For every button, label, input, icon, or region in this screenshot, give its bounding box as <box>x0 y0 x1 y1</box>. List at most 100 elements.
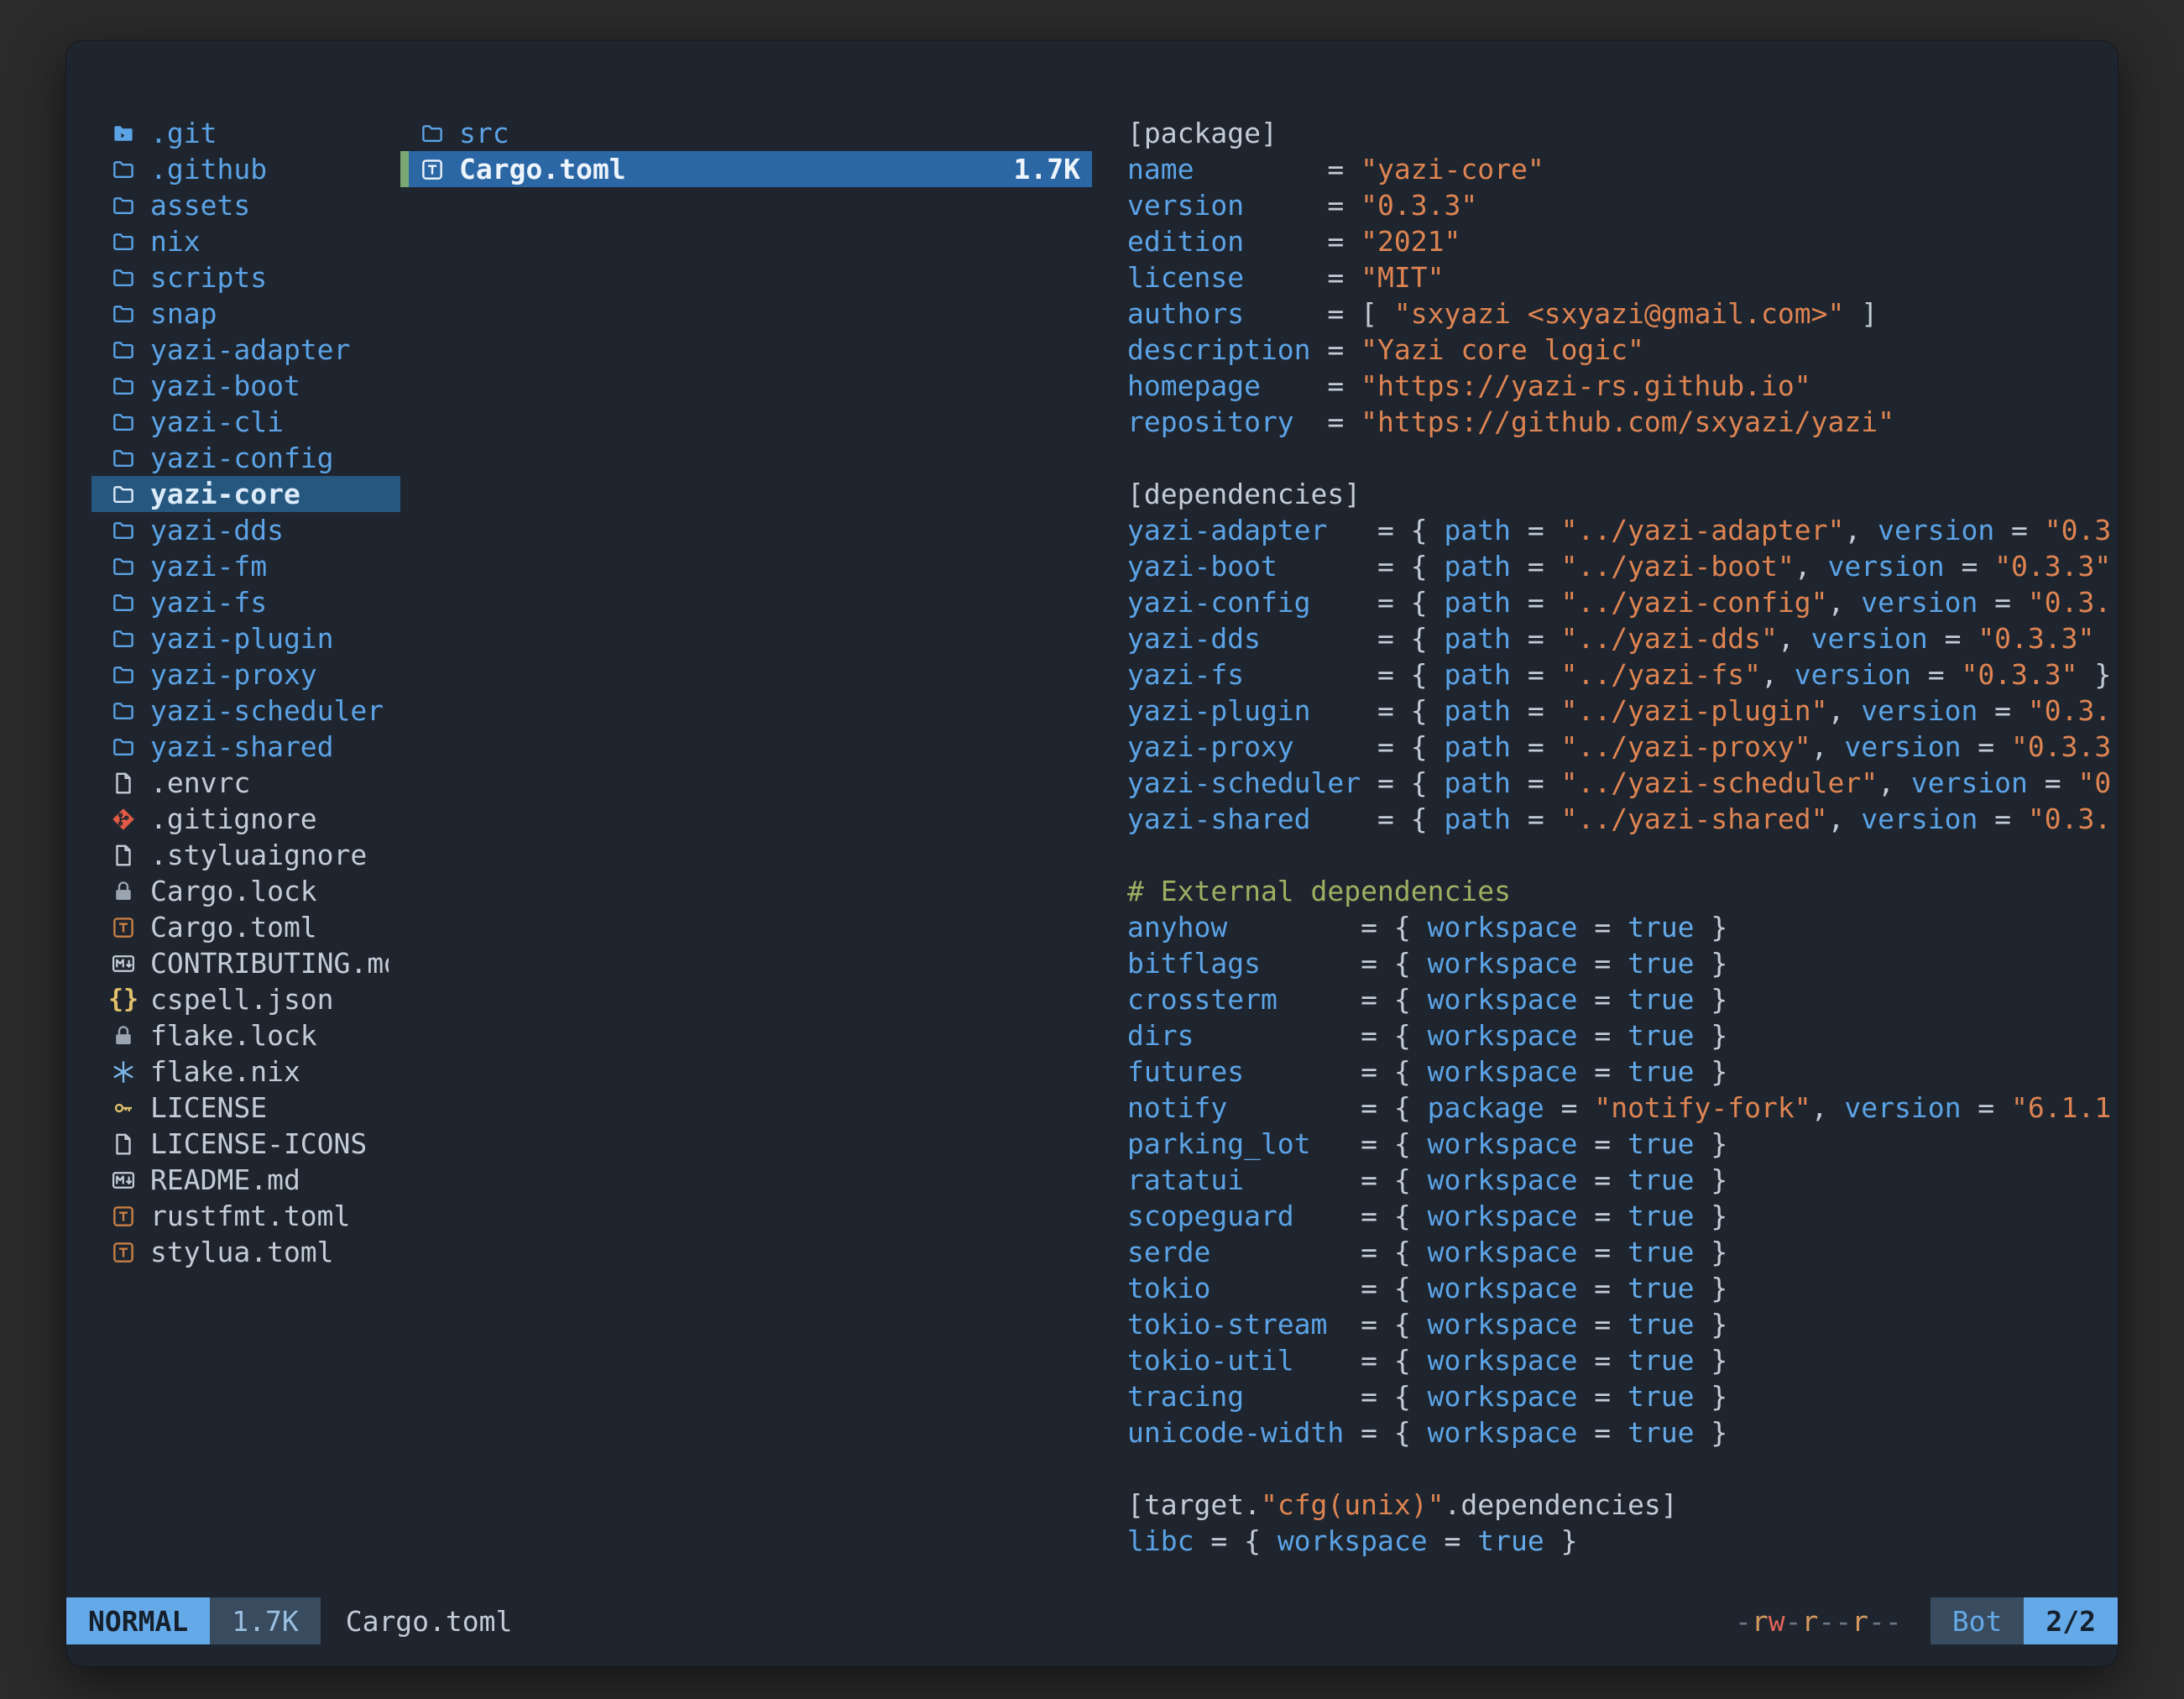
file-name: yazi-config <box>150 440 334 476</box>
code-token: "../yazi-plugin" <box>1561 694 1828 727</box>
code-line: description = "Yazi core logic" <box>1127 332 2116 368</box>
code-token: version <box>1844 730 1961 763</box>
file-row-yazi-plugin[interactable]: yazi-plugin <box>91 620 400 656</box>
file-row-yazi-fm[interactable]: yazi-fm <box>91 548 400 584</box>
code-line: authors = [ "sxyazi <sxyazi@gmail.com>" … <box>1127 295 2116 332</box>
file-row-license[interactable]: LICENSE <box>91 1090 400 1126</box>
code-token: = <box>1577 1380 1628 1413</box>
file-row-git[interactable]: .git <box>91 115 400 151</box>
file-row-github[interactable]: .github <box>91 151 400 187</box>
file-row-styluaignore[interactable]: .styluaignore <box>91 837 400 873</box>
code-token: description <box>1127 333 1311 366</box>
file-name: flake.nix <box>150 1053 300 1090</box>
code-token: = <box>1244 189 1361 222</box>
folder-icon <box>108 697 138 725</box>
code-line: [target."cfg(unix)".dependencies] <box>1127 1487 2116 1523</box>
parent-panel: .git.githubassetsnixscriptssnapyazi-adap… <box>91 115 400 1597</box>
file-row-readme-md[interactable]: README.md <box>91 1162 400 1198</box>
file-row-flake-lock[interactable]: flake.lock <box>91 1017 400 1053</box>
code-token: yazi-fs <box>1127 658 1244 691</box>
file-row-cargo-lock[interactable]: Cargo.lock <box>91 873 400 909</box>
permission-char: r <box>1802 1605 1819 1638</box>
code-token: = { <box>1261 947 1428 980</box>
file-name: Cargo.toml <box>150 909 317 945</box>
code-token: = { <box>1194 1524 1277 1557</box>
yazi-window: .git.githubassetsnixscriptssnapyazi-adap… <box>65 40 2119 1667</box>
code-token: = <box>1945 550 1995 583</box>
code-token: , <box>1811 1091 1845 1124</box>
file-row-gitignore[interactable]: .gitignore <box>91 801 400 837</box>
hover-marker <box>400 151 409 187</box>
file-row-yazi-boot[interactable]: yazi-boot <box>91 368 400 404</box>
code-token: = <box>1577 1272 1628 1304</box>
file-row-rustfmt-toml[interactable]: rustfmt.toml <box>91 1198 400 1234</box>
code-token: tokio <box>1127 1272 1210 1304</box>
code-token: "yazi-core" <box>1361 153 1544 186</box>
code-token: parking_lot <box>1127 1127 1311 1160</box>
folder-icon <box>108 372 138 400</box>
code-token: = { <box>1294 1200 1428 1232</box>
file-row-envrc[interactable]: .envrc <box>91 765 400 801</box>
file-row-assets[interactable]: assets <box>91 187 400 223</box>
nix-icon <box>108 1058 138 1086</box>
code-token: "notify-fork" <box>1594 1091 1810 1124</box>
file-name: rustfmt.toml <box>150 1198 350 1234</box>
code-token: "0.3. <box>2028 802 2111 835</box>
code-token: "../yazi-adapter" <box>1561 514 1845 546</box>
code-token: workspace <box>1428 947 1578 980</box>
code-token: true <box>1628 983 1694 1016</box>
file-row-yazi-fs[interactable]: yazi-fs <box>91 584 400 620</box>
file-row-yazi-proxy[interactable]: yazi-proxy <box>91 656 400 693</box>
code-token: = <box>1577 1236 1628 1268</box>
file-name: .github <box>150 151 267 187</box>
file-row-yazi-shared[interactable]: yazi-shared <box>91 729 400 765</box>
code-token: yazi-dds <box>1127 622 1261 655</box>
code-token: = <box>1261 369 1361 402</box>
folder-icon <box>108 516 138 545</box>
code-token: = <box>1577 911 1628 944</box>
file-row-scripts[interactable]: scripts <box>91 259 400 295</box>
code-token: = <box>1544 1091 1595 1124</box>
file-row-stylua-toml[interactable]: stylua.toml <box>91 1234 400 1270</box>
file-row-yazi-config[interactable]: yazi-config <box>91 440 400 476</box>
file-row-cargo-toml[interactable]: Cargo.toml1.7K <box>400 151 1092 187</box>
code-token: yazi-shared <box>1127 802 1311 835</box>
current-list: srcCargo.toml1.7K <box>400 115 1092 187</box>
code-token: workspace <box>1428 1127 1578 1160</box>
code-token: = <box>1577 983 1628 1016</box>
file-row-snap[interactable]: snap <box>91 295 400 332</box>
code-token: repository <box>1127 405 1294 438</box>
file-row-cargo-toml[interactable]: Cargo.toml <box>91 909 400 945</box>
code-token: "cfg(unix)" <box>1261 1488 1445 1521</box>
code-token: , <box>1811 730 1845 763</box>
code-token: "../yazi-boot" <box>1561 550 1795 583</box>
file-row-src[interactable]: src <box>400 115 1092 151</box>
file-name: Cargo.lock <box>150 873 317 909</box>
code-line: dirs = { workspace = true } <box>1127 1017 2116 1053</box>
code-token: = <box>1577 1200 1628 1232</box>
code-token: = <box>1577 1416 1628 1449</box>
file-row-contributing-md[interactable]: CONTRIBUTING.md <box>91 945 400 981</box>
file-name: yazi-fs <box>150 584 267 620</box>
file-row-yazi-cli[interactable]: yazi-cli <box>91 404 400 440</box>
code-token: true <box>1477 1524 1544 1557</box>
code-token: } <box>1695 1055 1728 1088</box>
code-token: # External dependencies <box>1127 875 1511 907</box>
code-token: } <box>1695 1200 1728 1232</box>
file-row-cspell-json[interactable]: {}cspell.json <box>91 981 400 1017</box>
file-row-license-icons[interactable]: LICENSE-ICONS <box>91 1126 400 1162</box>
code-token: = { <box>1210 1272 1427 1304</box>
code-token: workspace <box>1428 1344 1578 1377</box>
code-token: workspace <box>1428 1236 1578 1268</box>
file-row-yazi-adapter[interactable]: yazi-adapter <box>91 332 400 368</box>
permission-char: r <box>1752 1605 1769 1638</box>
file-row-yazi-core[interactable]: yazi-core <box>91 476 400 512</box>
file-row-yazi-scheduler[interactable]: yazi-scheduler <box>91 693 400 729</box>
file-row-flake-nix[interactable]: flake.nix <box>91 1053 400 1090</box>
file-row-yazi-dds[interactable]: yazi-dds <box>91 512 400 548</box>
code-token: tokio-stream <box>1127 1308 1327 1341</box>
code-token: = <box>1978 586 2028 619</box>
file-name: flake.lock <box>150 1017 317 1053</box>
file-row-nix[interactable]: nix <box>91 223 400 259</box>
code-line: [dependencies] <box>1127 476 2116 512</box>
